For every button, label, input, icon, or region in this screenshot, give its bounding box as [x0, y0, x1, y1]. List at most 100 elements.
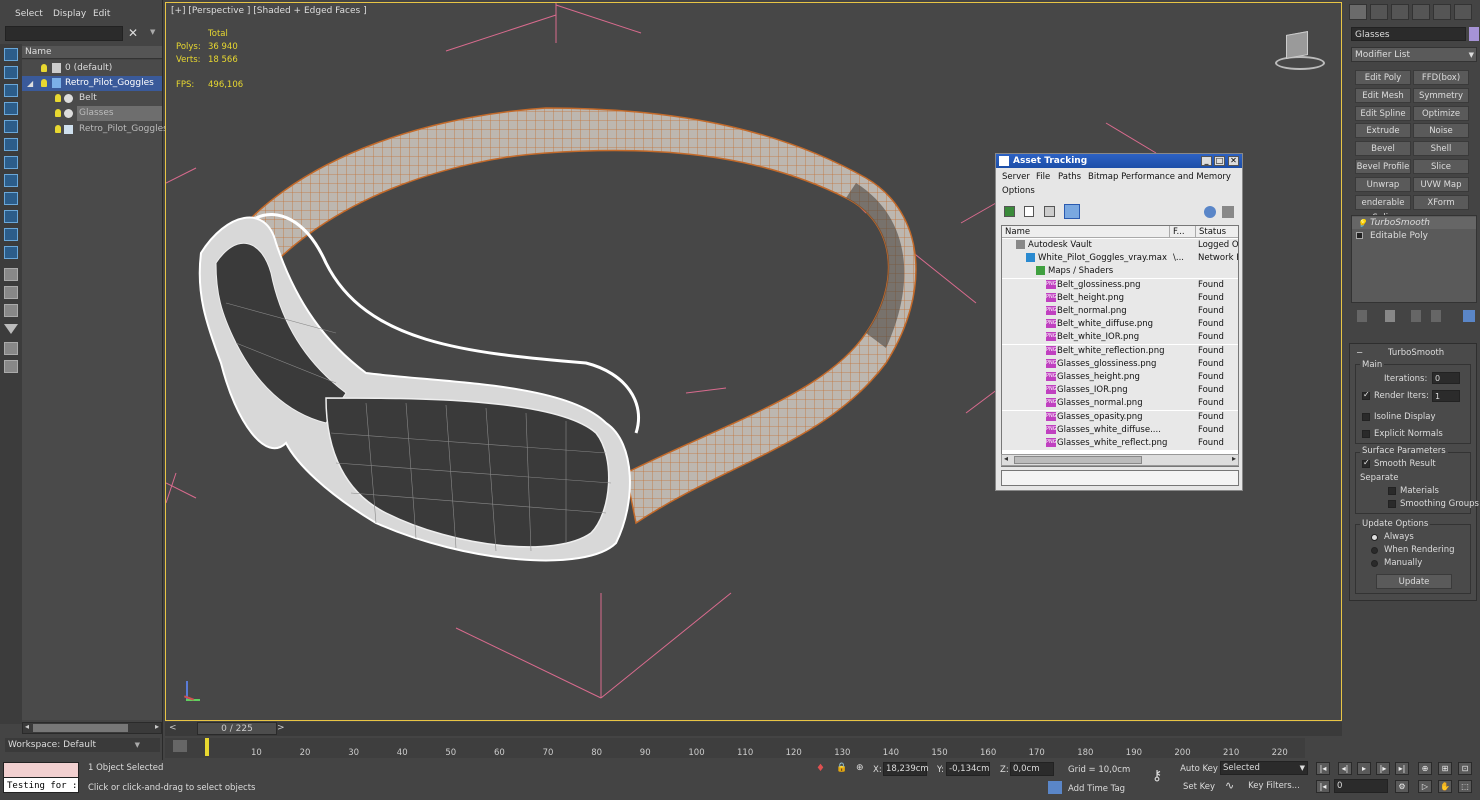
configure-sets-icon[interactable]: [1463, 310, 1475, 322]
display-all-icon[interactable]: [4, 66, 18, 79]
modifier-button[interactable]: Edit Poly: [1355, 70, 1411, 85]
scroll-right-icon[interactable]: ▸: [155, 722, 159, 731]
menu-file[interactable]: File: [1036, 172, 1050, 182]
modifier-button[interactable]: enderable Splin: [1355, 194, 1411, 223]
display-cameras-icon[interactable]: [4, 156, 18, 169]
asset-row[interactable]: PNGGlasses_opasity.png Found: [1002, 410, 1238, 424]
modifier-button[interactable]: Symmetry: [1413, 87, 1469, 103]
asset-horizontal-scrollbar[interactable]: ◂ ▸: [1001, 454, 1239, 466]
prev-frame-icon[interactable]: <: [169, 723, 177, 733]
time-slider[interactable]: < 0 / 225 >: [165, 722, 1342, 736]
asset-row[interactable]: PNGBelt_white_diffuse.png Found: [1002, 318, 1238, 332]
help-icon[interactable]: [1204, 206, 1216, 218]
scroll-left-icon[interactable]: ◂: [25, 722, 29, 731]
display-frozen-icon[interactable]: [4, 286, 18, 299]
menu-edit[interactable]: Edit: [93, 9, 110, 19]
curve-icon[interactable]: ∿: [1225, 779, 1234, 792]
display-lights-icon[interactable]: [4, 138, 18, 151]
scrollbar-thumb[interactable]: [1014, 456, 1142, 464]
collapse-icon[interactable]: −: [1356, 348, 1363, 358]
modifier-button[interactable]: UVW Map: [1413, 176, 1469, 192]
go-to-end-icon[interactable]: ▸|: [1395, 762, 1409, 775]
asset-row[interactable]: PNGGlasses_white_reflect.png Found: [1002, 437, 1238, 450]
light-bulb-icon[interactable]: [55, 94, 61, 102]
asset-row[interactable]: PNGGlasses_IOR.png Found: [1002, 384, 1238, 398]
menu-select[interactable]: Select: [15, 9, 43, 19]
menu-display[interactable]: Display: [53, 9, 86, 19]
modifier-button[interactable]: Bevel: [1355, 141, 1411, 157]
timeline-ruler[interactable]: 10 20 30 40 50 60 70 80 90 100 110 120 130 140 150 160 1…: [165, 738, 1305, 758]
make-unique-icon[interactable]: [1411, 310, 1421, 322]
display-none-icon[interactable]: [4, 48, 18, 61]
expand-icon[interactable]: ◢: [27, 76, 33, 91]
explorer-search-input[interactable]: [5, 26, 123, 41]
display-groups-icon[interactable]: [4, 210, 18, 223]
go-to-start-icon[interactable]: |◂: [1316, 762, 1330, 775]
column-header-status[interactable]: Status: [1196, 226, 1238, 238]
isoline-display-checkbox[interactable]: [1362, 413, 1370, 421]
invert-display-icon[interactable]: [4, 84, 18, 97]
display-shapes-icon[interactable]: [4, 120, 18, 133]
asset-row[interactable]: PNGGlasses_normal.png Found: [1002, 397, 1238, 411]
asset-row[interactable]: PNGGlasses_white_diffuse.... Found: [1002, 423, 1238, 437]
mini-curve-editor-icon[interactable]: [173, 740, 187, 752]
explorer-column-header[interactable]: Name: [22, 46, 162, 59]
asset-row[interactable]: PNGGlasses_glossiness.png Found: [1002, 357, 1238, 371]
thumbnail-view-icon[interactable]: [1044, 206, 1055, 217]
auto-key-button[interactable]: Auto Key: [1180, 762, 1218, 777]
sync-selection-icon[interactable]: [4, 342, 18, 355]
hierarchy-tab-icon[interactable]: [1391, 4, 1409, 20]
display-hidden-icon[interactable]: [4, 304, 18, 317]
display-geometry-icon[interactable]: [4, 102, 18, 115]
modifier-button[interactable]: Optimize: [1413, 105, 1469, 121]
display-spacewarps-icon[interactable]: [4, 192, 18, 205]
table-view-icon[interactable]: [1064, 204, 1080, 219]
tree-row-retro-pilot-goggles-layer[interactable]: ◢ Retro_Pilot_Goggles: [22, 76, 162, 91]
modifier-button[interactable]: FFD(box): [1413, 70, 1469, 85]
time-tag-icon[interactable]: [1048, 781, 1062, 794]
lock-selection-icon[interactable]: 🔒: [836, 763, 847, 773]
settings-icon[interactable]: [1222, 206, 1234, 218]
refresh-icon[interactable]: [1004, 206, 1015, 217]
add-time-tag[interactable]: Add Time Tag: [1068, 784, 1125, 794]
maximize-viewport-icon[interactable]: ⬚: [1458, 780, 1472, 793]
modifier-button[interactable]: Extrude: [1355, 123, 1411, 139]
set-key-button[interactable]: Set Key: [1180, 780, 1218, 795]
asset-row[interactable]: White_Pilot_Goggles_vray.max \... Network …: [1002, 252, 1238, 266]
object-color-swatch[interactable]: [1469, 27, 1479, 41]
asset-row[interactable]: PNGBelt_height.png Found: [1002, 291, 1238, 305]
modifier-button[interactable]: XForm: [1413, 194, 1469, 210]
clear-search-icon[interactable]: ✕: [128, 26, 138, 40]
key-mode-dropdown[interactable]: Selected ▼: [1220, 761, 1308, 775]
display-containers-icon[interactable]: [4, 268, 18, 281]
pin-stack-icon[interactable]: [1357, 310, 1367, 322]
play-icon[interactable]: ▸: [1357, 762, 1371, 775]
explorer-horizontal-scrollbar[interactable]: ◂ ▸: [22, 722, 162, 734]
column-header-name[interactable]: Name: [1002, 226, 1170, 238]
maximize-button[interactable]: □: [1214, 156, 1225, 166]
key-filters-button[interactable]: Key Filters...: [1242, 779, 1306, 794]
light-bulb-icon[interactable]: 💡: [1357, 218, 1367, 230]
modifier-button[interactable]: Shell: [1413, 141, 1469, 157]
absolute-mode-icon[interactable]: ⊕: [856, 763, 864, 773]
zoom-icon[interactable]: ⊕: [1418, 762, 1432, 775]
viewport-label[interactable]: [+] [Perspective ] [Shaded + Edged Faces…: [171, 6, 367, 16]
asset-row[interactable]: PNGBelt_normal.png Found: [1002, 305, 1238, 318]
materials-checkbox[interactable]: [1388, 487, 1396, 495]
asset-row[interactable]: Autodesk Vault Logged Ou: [1002, 239, 1238, 252]
dialog-title-bar[interactable]: Asset Tracking _ □ ✕: [996, 154, 1242, 168]
menu-bitmap-performance[interactable]: Bitmap Performance and Memory: [1088, 172, 1231, 182]
smooth-result-checkbox[interactable]: ✓: [1362, 458, 1370, 468]
maxscript-listener-input[interactable]: Testing for :: [3, 777, 79, 793]
time-configuration-icon[interactable]: ⚙: [1395, 780, 1409, 793]
list-view-icon[interactable]: [1024, 206, 1034, 217]
scroll-left-icon[interactable]: ◂: [1004, 454, 1008, 463]
scroll-right-icon[interactable]: ▸: [1232, 454, 1236, 463]
menu-server[interactable]: Server: [1002, 172, 1030, 182]
always-radio[interactable]: [1371, 534, 1378, 541]
asset-row[interactable]: PNGBelt_white_reflection.png Found: [1002, 344, 1238, 358]
modifier-button[interactable]: Edit Spline: [1355, 105, 1411, 121]
light-bulb-icon[interactable]: [55, 109, 61, 117]
explicit-normals-checkbox[interactable]: [1362, 430, 1370, 438]
display-helpers-icon[interactable]: [4, 174, 18, 187]
